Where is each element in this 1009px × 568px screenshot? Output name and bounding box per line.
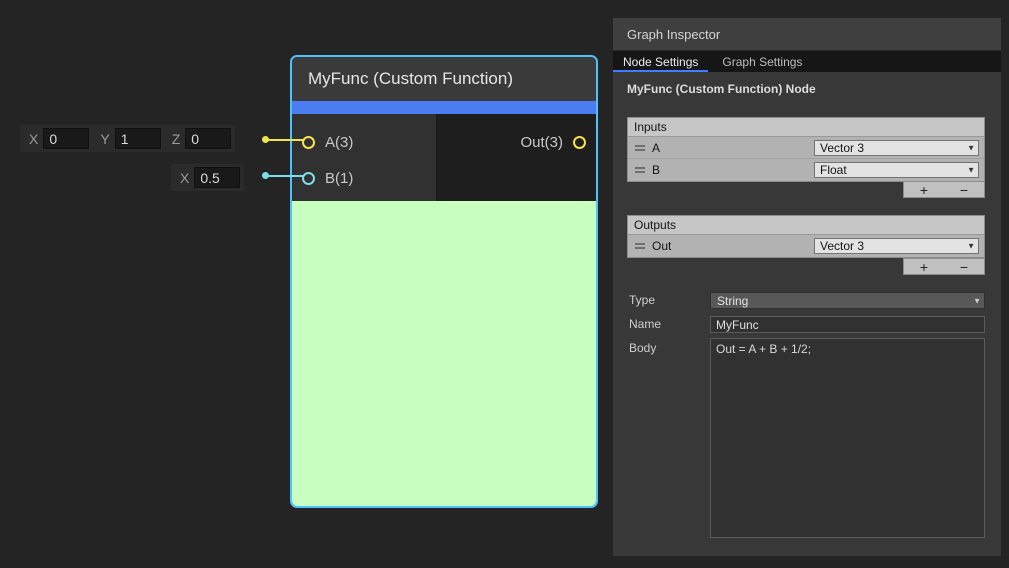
- float-input-widget[interactable]: X: [171, 164, 244, 191]
- type-dropdown[interactable]: String ▼: [710, 292, 985, 309]
- remove-input-button[interactable]: −: [944, 182, 984, 197]
- vector-x-group: X: [24, 128, 89, 149]
- outputs-section-header: Outputs: [628, 216, 984, 235]
- tab-label: Node Settings: [623, 55, 698, 69]
- vector3-input-widget[interactable]: X Y Z: [20, 125, 235, 152]
- edge-connector-dot[interactable]: [262, 172, 269, 179]
- inputs-section: Inputs A Vector 3 ▼ B Float ▼: [627, 117, 985, 182]
- input-row-b[interactable]: B Float ▼: [628, 159, 984, 181]
- output-port-icon[interactable]: [573, 136, 586, 149]
- vector-z-input[interactable]: [185, 128, 231, 149]
- body-label: Body: [629, 340, 656, 357]
- port-row-out: Out(3): [437, 124, 596, 160]
- graph-inspector-panel: Graph Inspector Node Settings Graph Sett…: [613, 18, 1001, 556]
- outputs-section: Outputs Out Vector 3 ▼: [627, 215, 985, 258]
- node-title: MyFunc (Custom Function): [308, 69, 513, 89]
- port-b-label: B(1): [325, 170, 353, 187]
- output-type-dropdown[interactable]: Vector 3 ▼: [814, 238, 979, 254]
- port-row-b: B(1): [292, 160, 436, 196]
- port-row-a: A(3): [292, 124, 436, 160]
- chevron-down-icon: ▼: [973, 296, 981, 305]
- add-input-button[interactable]: +: [904, 182, 944, 197]
- inputs-list-footer: + −: [903, 181, 985, 198]
- tab-label: Graph Settings: [722, 55, 802, 69]
- type-label: Type: [629, 292, 655, 309]
- chevron-down-icon: ▼: [967, 143, 975, 152]
- custom-function-node[interactable]: MyFunc (Custom Function) A(3) B(1) Out(3…: [290, 55, 598, 508]
- edge-connector-dot[interactable]: [262, 136, 269, 143]
- dropdown-value: Vector 3: [820, 239, 864, 253]
- dropdown-value: Float: [820, 163, 847, 177]
- shader-graph-window: X Y Z X MyFunc (Custom Function) A(3: [0, 0, 1009, 568]
- node-output-ports: Out(3): [437, 114, 596, 201]
- node-ports-area: A(3) B(1) Out(3): [292, 114, 596, 201]
- input-b-type-dropdown[interactable]: Float ▼: [814, 162, 979, 178]
- drag-handle-icon[interactable]: [635, 243, 645, 249]
- node-title-bar[interactable]: MyFunc (Custom Function): [292, 57, 596, 101]
- input-port-a-icon[interactable]: [302, 136, 315, 149]
- vector-z-label: Z: [172, 131, 181, 147]
- tab-graph-settings[interactable]: Graph Settings: [712, 51, 812, 72]
- vector-y-group: Y: [95, 128, 160, 149]
- output-row-name: Out: [652, 239, 814, 253]
- float-x-input[interactable]: [194, 167, 240, 188]
- port-a-label: A(3): [325, 134, 353, 151]
- inputs-section-header: Inputs: [628, 118, 984, 137]
- float-x-group: X: [175, 167, 240, 188]
- input-row-name: A: [652, 141, 814, 155]
- node-input-ports: A(3) B(1): [292, 114, 437, 201]
- output-row-out[interactable]: Out Vector 3 ▼: [628, 235, 984, 257]
- inspector-tab-bar: Node Settings Graph Settings: [613, 51, 1001, 72]
- vector-z-group: Z: [167, 128, 232, 149]
- input-port-b-icon[interactable]: [302, 172, 315, 185]
- graph-inspector-header[interactable]: Graph Inspector: [613, 18, 1001, 51]
- remove-output-button[interactable]: −: [944, 259, 984, 274]
- drag-handle-icon[interactable]: [635, 145, 645, 151]
- input-row-a[interactable]: A Vector 3 ▼: [628, 137, 984, 159]
- drag-handle-icon[interactable]: [635, 167, 645, 173]
- input-a-type-dropdown[interactable]: Vector 3 ▼: [814, 140, 979, 156]
- graph-inspector-title: Graph Inspector: [627, 27, 720, 42]
- float-x-label: X: [180, 170, 189, 186]
- tab-node-settings[interactable]: Node Settings: [613, 51, 708, 72]
- vector-y-input[interactable]: [115, 128, 161, 149]
- body-textarea[interactable]: Out = A + B + 1/2;: [710, 338, 985, 538]
- outputs-list-footer: + −: [903, 258, 985, 275]
- vector-x-input[interactable]: [43, 128, 89, 149]
- name-label: Name: [629, 316, 661, 333]
- node-preview: [292, 201, 596, 506]
- dropdown-value: String: [717, 294, 748, 308]
- node-accent-bar: [292, 101, 596, 114]
- port-out-label: Out(3): [520, 134, 563, 151]
- node-settings-heading: MyFunc (Custom Function) Node: [627, 82, 816, 96]
- vector-x-label: X: [29, 131, 38, 147]
- chevron-down-icon: ▼: [967, 241, 975, 250]
- add-output-button[interactable]: +: [904, 259, 944, 274]
- chevron-down-icon: ▼: [967, 165, 975, 174]
- dropdown-value: Vector 3: [820, 141, 864, 155]
- input-row-name: B: [652, 163, 814, 177]
- vector-y-label: Y: [100, 131, 109, 147]
- name-input[interactable]: [710, 316, 985, 333]
